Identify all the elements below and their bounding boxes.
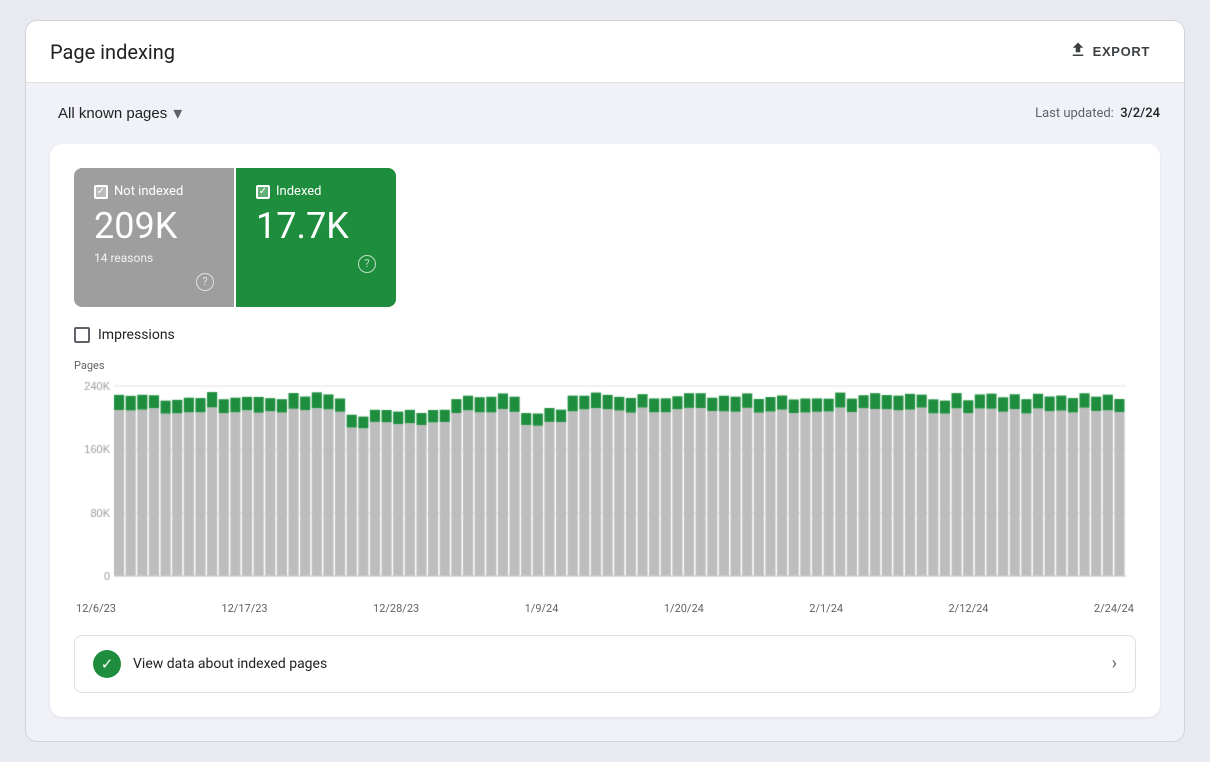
export-label: EXPORT: [1093, 44, 1150, 59]
indexed-box: ✓ Indexed 17.7K ?: [236, 168, 396, 307]
view-data-button[interactable]: ✓ View data about indexed pages ›: [74, 635, 1136, 693]
filter-label: All known pages: [58, 105, 167, 122]
indexed-help-icon[interactable]: ?: [358, 255, 376, 273]
x-label-7: 2/12/24: [949, 602, 989, 615]
filter-button[interactable]: All known pages ▾: [50, 99, 190, 128]
impressions-row: Impressions: [74, 327, 1136, 343]
stats-row: ✓ Not indexed 209K 14 reasons ?: [74, 168, 1136, 307]
export-icon: [1069, 41, 1087, 62]
view-data-left: ✓ View data about indexed pages: [93, 650, 327, 678]
indexed-header: ✓ Indexed: [256, 184, 376, 199]
indexed-footer: ?: [256, 255, 376, 273]
bar-chart: [74, 376, 1136, 596]
last-updated: Last updated: 3/2/24: [1035, 106, 1160, 121]
page-title: Page indexing: [50, 40, 175, 64]
not-indexed-header: ✓ Not indexed: [94, 184, 214, 199]
not-indexed-box: ✓ Not indexed 209K 14 reasons ?: [74, 168, 234, 307]
main-card: ✓ Not indexed 209K 14 reasons ?: [50, 144, 1160, 717]
x-label-2: 12/17/23: [221, 602, 267, 615]
x-label-4: 1/9/24: [525, 602, 559, 615]
x-label-6: 2/1/24: [809, 602, 843, 615]
toolbar: All known pages ▾ Last updated: 3/2/24: [26, 83, 1184, 144]
indexed-value: 17.7K: [256, 207, 376, 247]
not-indexed-footer: ?: [94, 273, 214, 291]
last-updated-prefix: Last updated:: [1035, 106, 1114, 121]
export-button[interactable]: EXPORT: [1059, 35, 1160, 68]
checkbox-check: ✓: [97, 187, 105, 197]
chart-y-label: Pages: [74, 359, 1136, 372]
x-label-5: 1/20/24: [664, 602, 704, 615]
last-updated-date: 3/2/24: [1120, 106, 1160, 121]
checkbox-check-indexed: ✓: [259, 187, 267, 197]
chevron-down-icon: ▾: [173, 103, 182, 124]
indexed-checkbox[interactable]: ✓: [256, 185, 270, 199]
not-indexed-help-icon[interactable]: ?: [196, 273, 214, 291]
not-indexed-checkbox[interactable]: ✓: [94, 185, 108, 199]
main-content: ✓ Not indexed 209K 14 reasons ?: [26, 144, 1184, 741]
page-indexing-window: Page indexing EXPORT All known pages ▾ L…: [25, 20, 1185, 742]
green-check-circle: ✓: [93, 650, 121, 678]
chart-x-labels: 12/6/23 12/17/23 12/28/23 1/9/24 1/20/24…: [74, 602, 1136, 615]
impressions-checkbox[interactable]: [74, 327, 90, 343]
indexed-label: Indexed: [276, 184, 322, 199]
check-icon: ✓: [101, 655, 114, 673]
view-data-text: View data about indexed pages: [133, 656, 327, 672]
x-label-3: 12/28/23: [373, 602, 419, 615]
chart-wrapper: Pages 12/6/23 12/17/23 12/28/23 1/9/24 1…: [74, 359, 1136, 615]
chart-container: [74, 376, 1136, 596]
header: Page indexing EXPORT: [26, 21, 1184, 83]
x-label-1: 12/6/23: [76, 602, 116, 615]
not-indexed-sub: 14 reasons: [94, 251, 214, 265]
chevron-right-icon: ›: [1112, 653, 1117, 674]
impressions-label: Impressions: [98, 327, 175, 343]
x-label-8: 2/24/24: [1094, 602, 1134, 615]
not-indexed-label: Not indexed: [114, 184, 183, 199]
not-indexed-value: 209K: [94, 207, 214, 247]
